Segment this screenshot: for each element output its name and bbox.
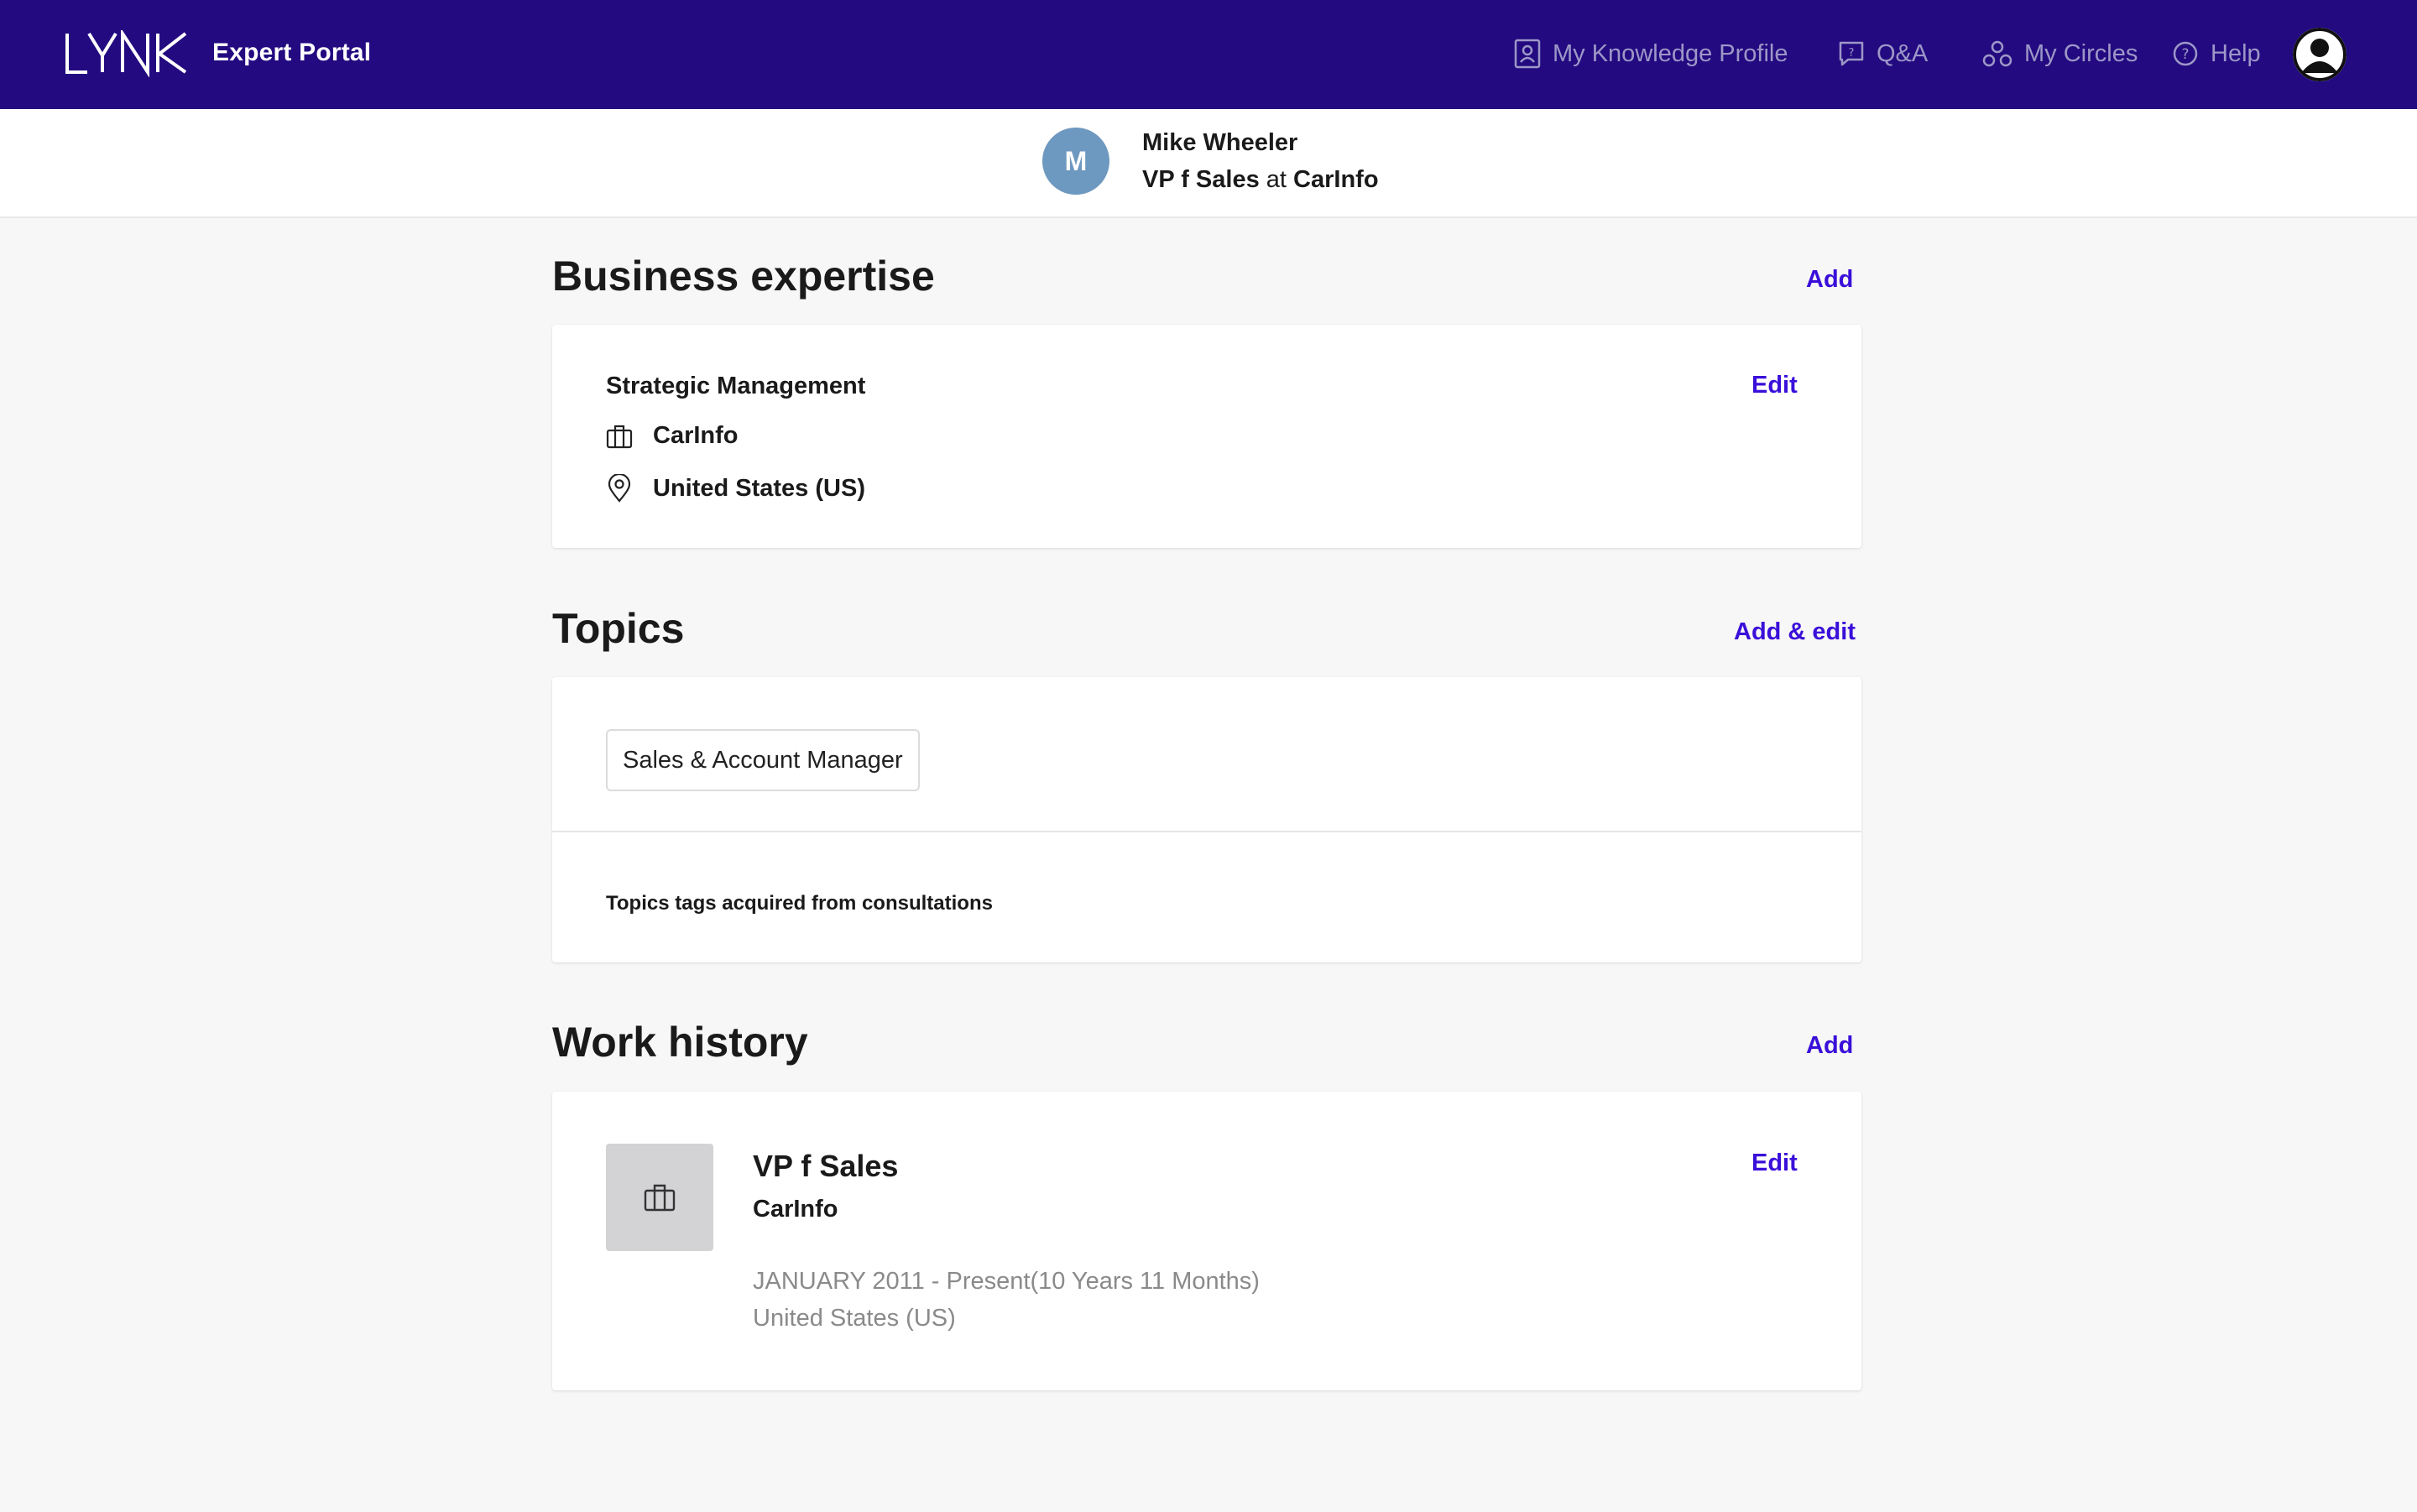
topics-divider (552, 831, 1861, 832)
profile-role: VP f Sales at CarInfo (1142, 166, 1379, 194)
profile-company: CarInfo (1293, 166, 1379, 193)
portal-title: Expert Portal (212, 39, 372, 66)
lynk-logo-mark (65, 28, 187, 78)
circles-icon (1982, 40, 2012, 67)
topics-card: Sales & Account Manager Topics tags acqu… (552, 677, 1861, 962)
nav-label: Help (2211, 39, 2261, 67)
add-edit-topics-button[interactable]: Add & edit (1734, 618, 1856, 646)
expertise-company-row: CarInfo (606, 422, 739, 450)
expertise-label: Strategic Management (606, 373, 866, 399)
lynk-logo[interactable] (64, 28, 190, 78)
nav-label: Q&A (1877, 39, 1929, 67)
top-nav-bar: Expert Portal My Knowledge Profile ? Q&A… (0, 0, 2417, 109)
job-dates: JANUARY 2011 - Present(10 Years 11 Month… (753, 1268, 1260, 1295)
edit-expertise-button[interactable]: Edit (1751, 372, 1798, 399)
expertise-company: CarInfo (653, 422, 739, 449)
briefcase-icon (644, 1184, 676, 1212)
nav-qa[interactable]: ? Q&A (1838, 37, 1928, 70)
location-pin-icon (608, 474, 631, 503)
expertise-location: United States (US) (653, 474, 865, 502)
svg-text:?: ? (2181, 46, 2189, 63)
user-avatar-icon (2293, 28, 2347, 81)
edit-job-button[interactable]: Edit (1751, 1150, 1798, 1177)
profile-name: Mike Wheeler (1142, 129, 1298, 156)
profile-title: VP f Sales (1142, 166, 1260, 193)
section-title-business-expertise: Business expertise (552, 253, 935, 300)
job-company: CarInfo (753, 1196, 838, 1223)
profile-at: at (1266, 166, 1287, 193)
profile-card-icon (1514, 39, 1541, 69)
question-bubble-icon: ? (1839, 41, 1864, 66)
job-location: United States (US) (753, 1305, 956, 1332)
business-expertise-card: Strategic Management Edit CarInfo United… (552, 325, 1861, 548)
topic-chip[interactable]: Sales & Account Manager (606, 729, 920, 791)
section-title-work-history: Work history (552, 1019, 808, 1066)
add-business-expertise-button[interactable]: Add (1806, 266, 1853, 294)
account-menu-button[interactable] (2293, 28, 2347, 81)
nav-my-knowledge-profile[interactable]: My Knowledge Profile (1514, 37, 1788, 70)
briefcase-icon (606, 425, 633, 448)
section-title-topics: Topics (552, 605, 685, 652)
nav-label: My Knowledge Profile (1553, 39, 1788, 67)
nav-my-circles[interactable]: My Circles (1982, 37, 2138, 70)
topics-note: Topics tags acquired from consultations (606, 892, 993, 915)
job-title: VP f Sales (753, 1149, 899, 1183)
expertise-location-row: United States (US) (606, 474, 865, 503)
profile-avatar: M (1042, 128, 1109, 195)
add-work-history-button[interactable]: Add (1806, 1032, 1853, 1060)
work-history-card: VP f Sales CarInfo JANUARY 2011 - Presen… (552, 1092, 1861, 1390)
help-circle-icon: ? (2173, 41, 2198, 66)
svg-text:?: ? (1849, 47, 1855, 60)
nav-label: My Circles (2024, 39, 2138, 67)
profile-header: M Mike Wheeler VP f Sales at CarInfo (0, 109, 2417, 218)
nav-help[interactable]: ? Help (2172, 37, 2261, 70)
company-logo-placeholder (606, 1144, 713, 1251)
